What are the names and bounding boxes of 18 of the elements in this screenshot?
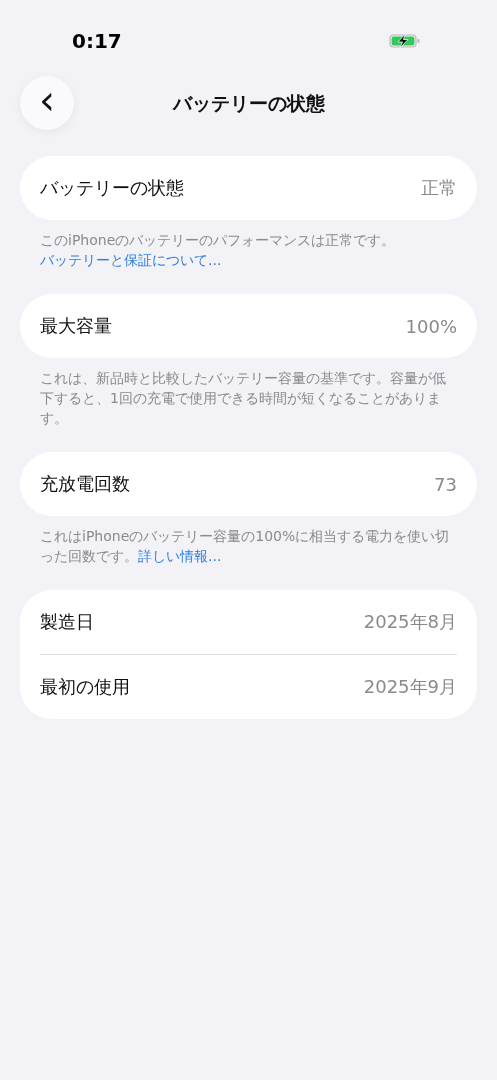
info-link[interactable]: バッテリーと保証について...: [40, 252, 222, 268]
row-label: 製造日: [40, 610, 94, 634]
row-label: 最初の使用: [40, 675, 130, 699]
footnote-text: これは、新品時と比較したバッテリー容量の基準です。容量が低下すると、1回の充電で使用できる時間が短くなることがあります。: [40, 369, 447, 428]
info-link[interactable]: 詳しい情報...: [138, 548, 222, 564]
row-value: 73: [434, 473, 457, 495]
row-label: 充放電回数: [40, 472, 130, 496]
footnote-text: これはiPhoneのバッテリー容量の100%に相当する電力を使い切った回数です。詳しい情報...: [40, 527, 451, 566]
row-label: バッテリーの状態: [40, 176, 184, 200]
page-title: バッテリーの状態: [172, 91, 325, 116]
row-label: 最大容量: [40, 314, 112, 338]
footnote-text: このiPhoneのバッテリーのパフォーマンスは正常です。 バッテリーと保証について...: [40, 231, 397, 270]
row-value: 2025年9月: [363, 675, 457, 699]
row-value: 2025年8月: [363, 610, 457, 634]
status-time: 0:17: [72, 29, 122, 53]
row-value: 正常: [421, 176, 457, 200]
row-value: 100%: [405, 315, 457, 337]
back-button[interactable]: ‹: [20, 76, 74, 130]
